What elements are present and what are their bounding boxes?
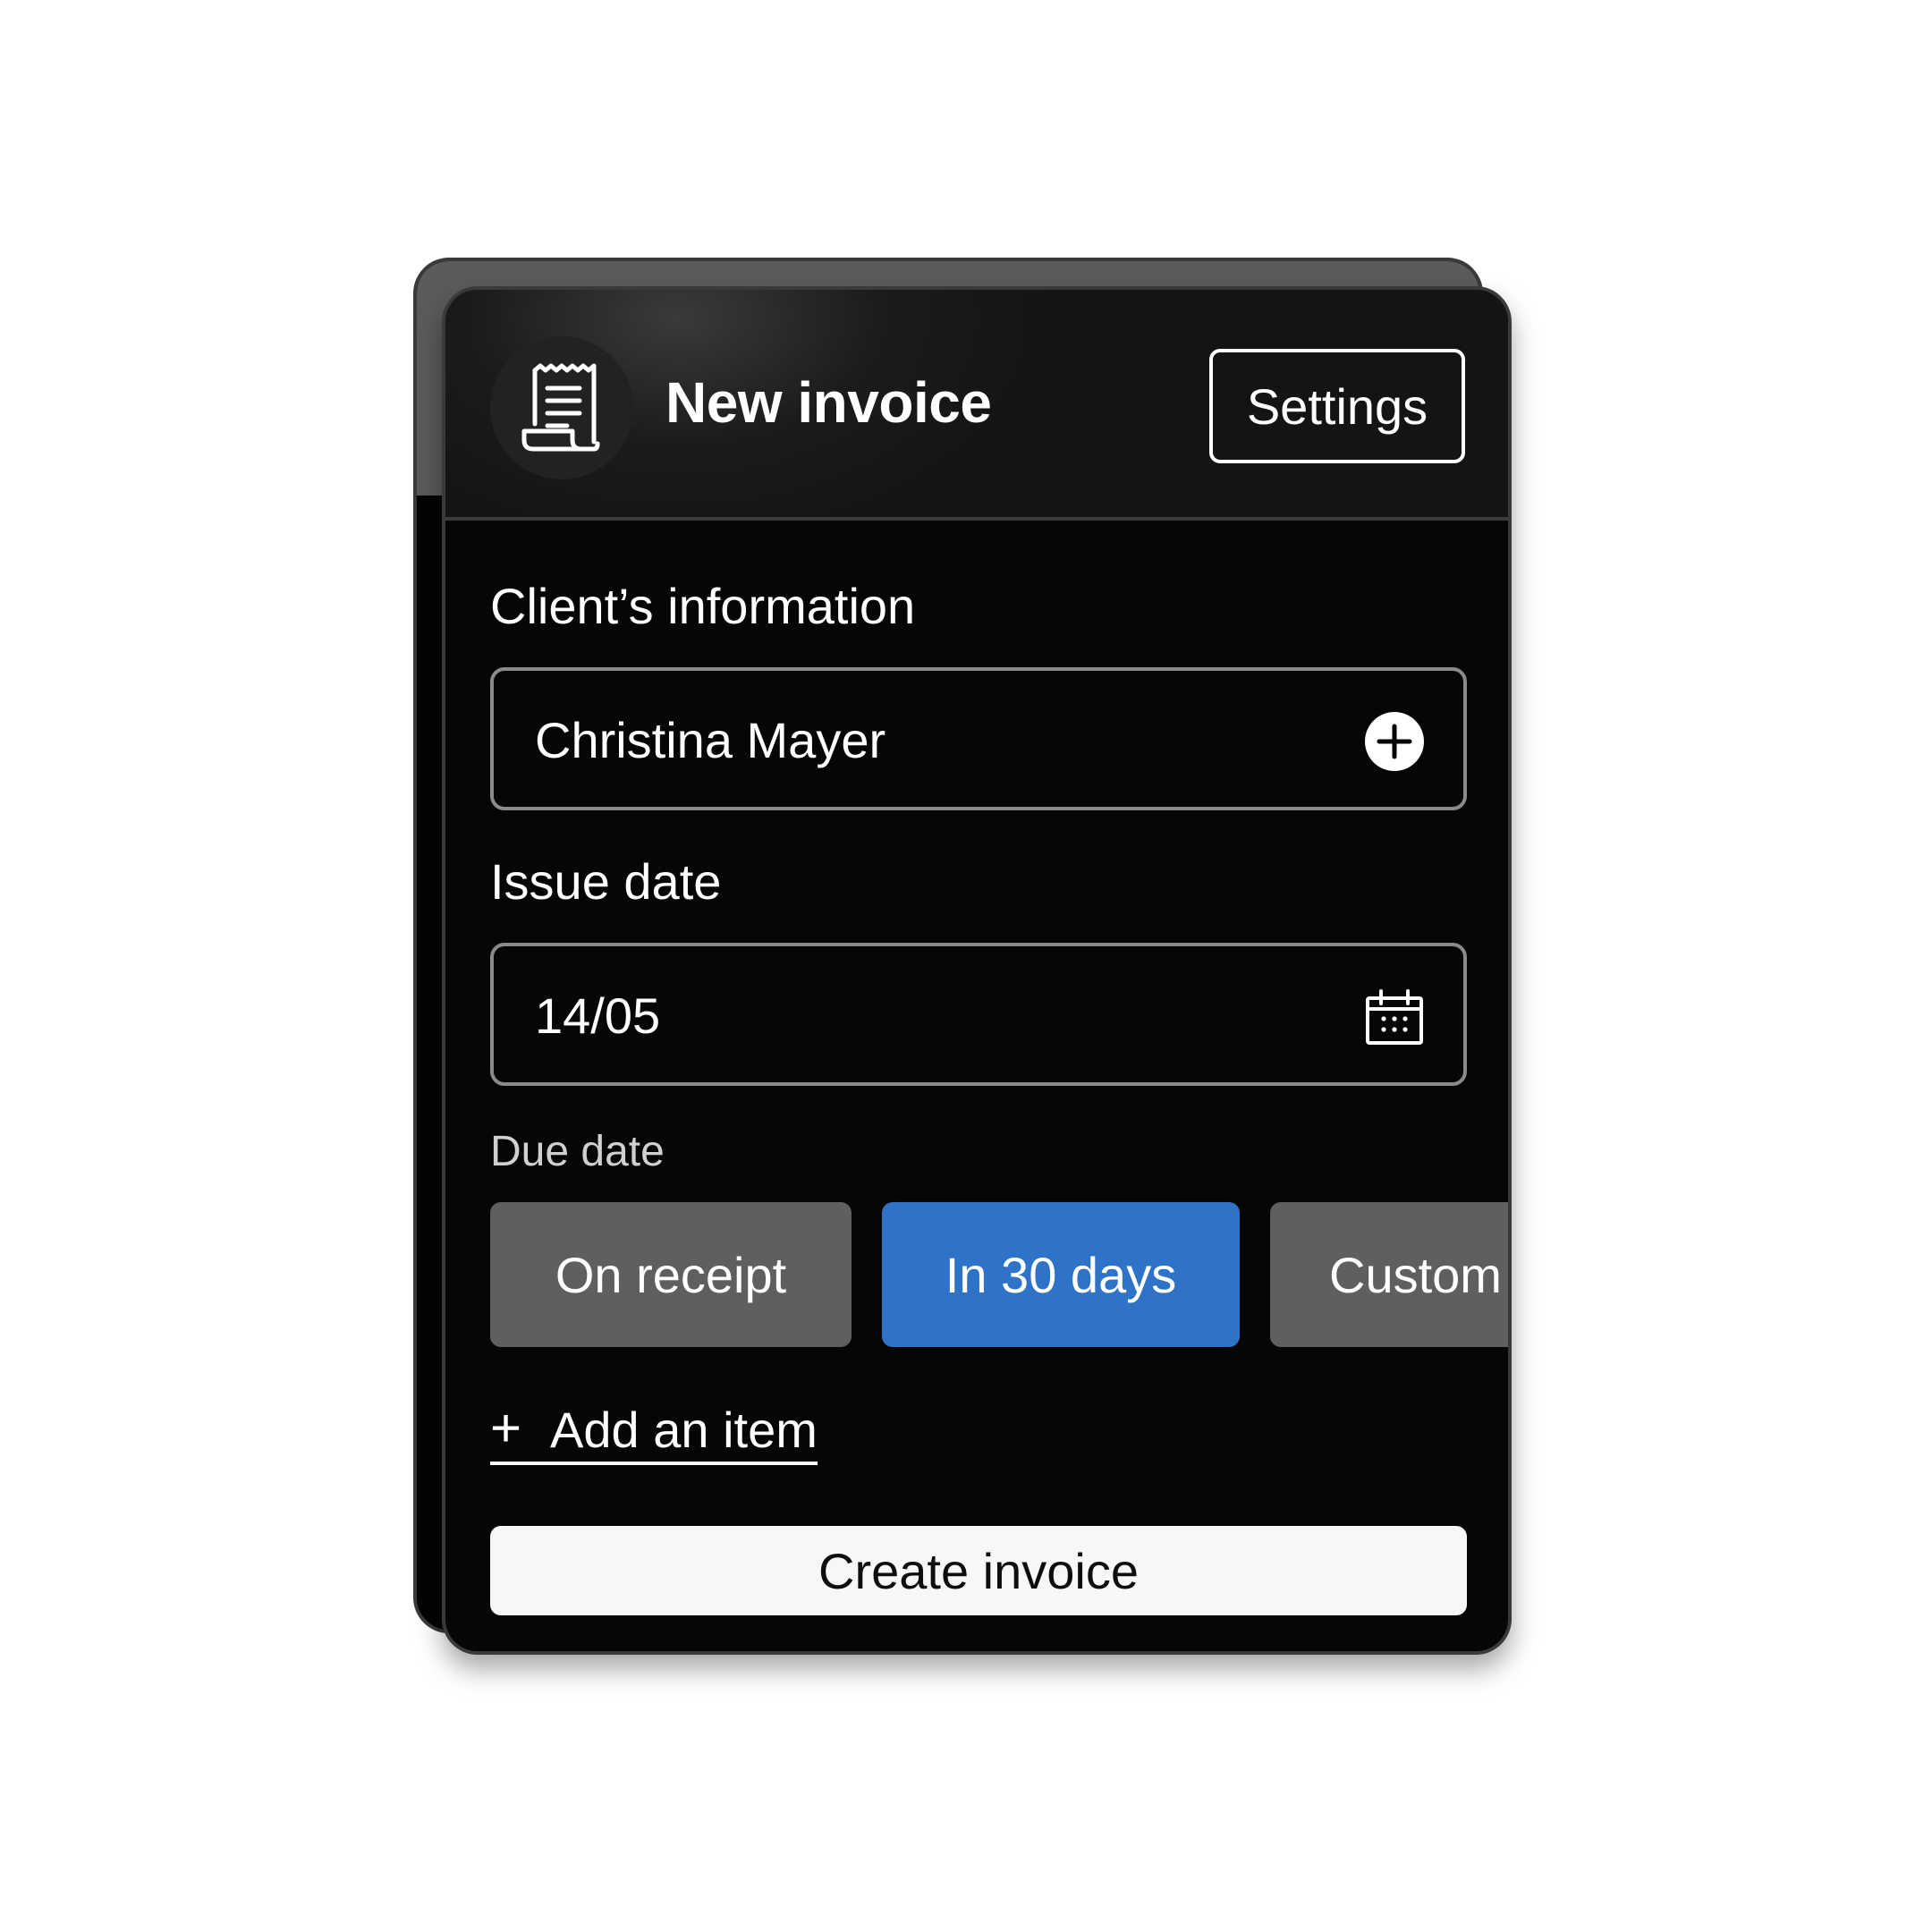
create-invoice-button[interactable]: Create invoice <box>490 1526 1467 1615</box>
add-item-label: Add an item <box>550 1402 818 1459</box>
add-circle-icon[interactable] <box>1365 712 1424 775</box>
client-field[interactable]: Christina Mayer <box>490 667 1467 810</box>
client-name: Christina Mayer <box>535 712 886 768</box>
invoice-card: New invoice Settings Client’s informatio… <box>442 286 1512 1655</box>
issue-date-label: Issue date <box>490 853 722 910</box>
settings-button[interactable]: Settings <box>1209 349 1465 463</box>
calendar-icon[interactable] <box>1365 987 1424 1051</box>
receipt-icon <box>490 336 633 479</box>
client-info-label: Client’s information <box>490 578 916 634</box>
add-item-link[interactable]: + Add an item <box>490 1398 818 1465</box>
plus-icon: + <box>490 1398 522 1458</box>
card-header: New invoice Settings <box>445 290 1508 521</box>
due-date-label: Due date <box>490 1128 665 1175</box>
due-option-on-receipt[interactable]: On receipt <box>490 1202 852 1347</box>
stage: New invoice Settings Client’s informatio… <box>0 0 1932 1932</box>
due-option-in-30-days[interactable]: In 30 days <box>882 1202 1240 1347</box>
issue-date-value: 14/05 <box>535 987 661 1044</box>
page-title: New invoice <box>665 370 992 435</box>
due-option-custom[interactable]: Custom <box>1270 1202 1508 1347</box>
issue-date-field[interactable]: 14/05 <box>490 943 1467 1086</box>
